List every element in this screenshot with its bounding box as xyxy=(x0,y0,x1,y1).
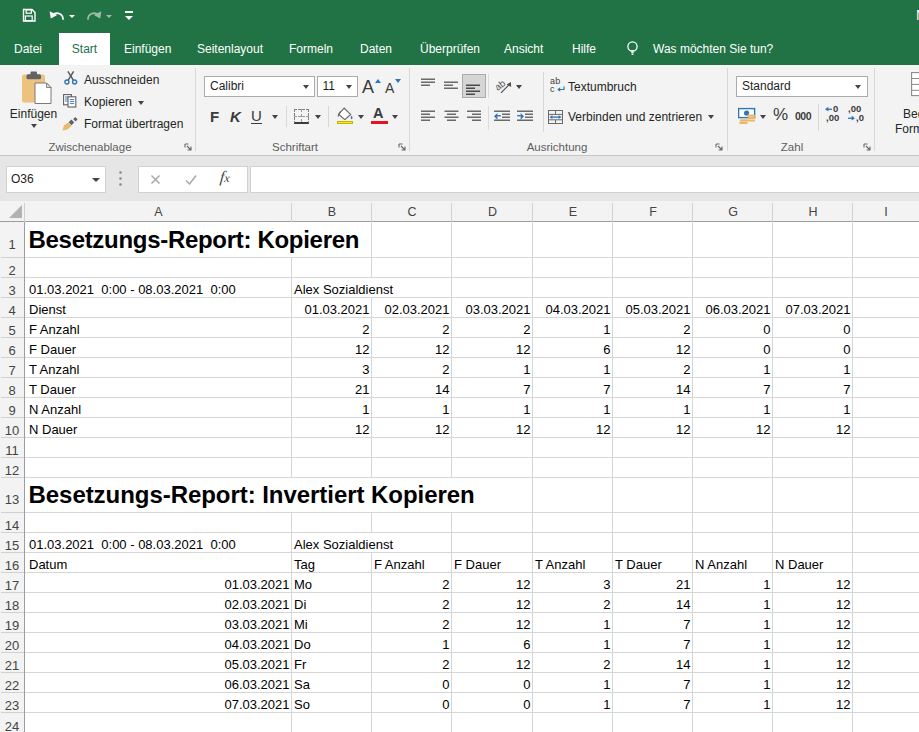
svg-text:ab: ab xyxy=(496,78,507,93)
